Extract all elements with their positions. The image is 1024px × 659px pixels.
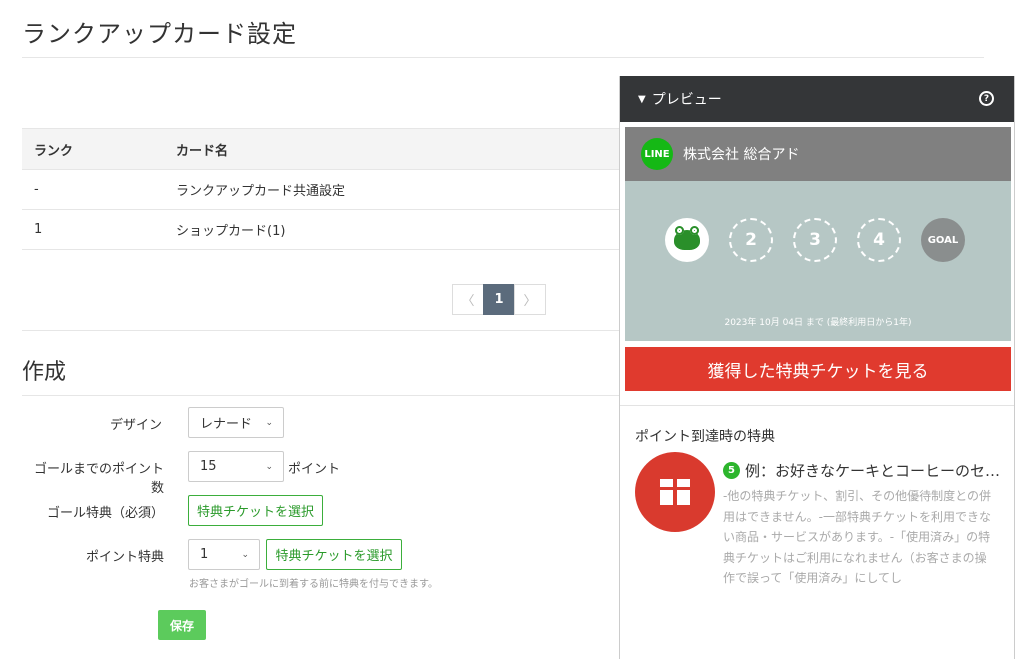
perk-description: -他の特典チケット、割引、その他優待制度との併用はできません。-一部特典チケット… xyxy=(723,489,991,585)
goal-reward-label: ゴール特典（必須） xyxy=(46,506,164,521)
design-select-value: レナード xyxy=(200,417,253,432)
select-point-ticket-button[interactable]: 特典チケットを選択 xyxy=(266,539,402,570)
design-label: デザイン xyxy=(109,418,162,433)
cell-card-name[interactable]: ランクアップカード共通設定 xyxy=(164,169,642,210)
preview-title: プレビュー xyxy=(651,92,722,108)
page-1-button[interactable]: 1 xyxy=(483,284,515,315)
stamp-slot: 2 xyxy=(729,218,773,262)
divider xyxy=(620,405,1014,406)
save-button[interactable]: 保存 xyxy=(158,610,206,640)
chevron-down-icon: ⌄ xyxy=(265,417,273,428)
view-tickets-button[interactable]: 獲得した特典チケットを見る xyxy=(625,347,1011,391)
design-select[interactable]: レナード ⌄ xyxy=(188,407,284,438)
line-logo-icon: LINE xyxy=(641,138,673,170)
goal-points-select[interactable]: 15 ⌄ xyxy=(188,451,284,482)
cell-rank: - xyxy=(22,169,164,210)
chevron-down-icon: ⌄ xyxy=(241,549,249,560)
point-reward-hint: お客さまがゴールに到着する前に特典を付与できます。 xyxy=(189,579,438,590)
perk-title: 5 例：お好きなケーキとコーヒーのセ… xyxy=(723,460,1000,481)
preview-panel: ▼ プレビュー ? LINE 株式会社 総合アド 2 3 4 GOAL 2023… xyxy=(619,76,1015,659)
table-header-row: ランク カード名 xyxy=(22,128,642,170)
perks-section-title: ポイント到達時の特典 xyxy=(635,429,775,445)
caret-down-icon: ▼ xyxy=(638,93,646,105)
table-row[interactable]: 1 ショップカード(1) xyxy=(22,209,642,250)
rank-table: ランク カード名 - ランクアップカード共通設定 1 ショップカード(1) xyxy=(22,128,642,250)
select-goal-ticket-button[interactable]: 特典チケットを選択 xyxy=(188,495,323,526)
point-reward-select-value: 1 xyxy=(200,547,209,562)
point-reward-label: ポイント特典 xyxy=(85,550,164,565)
points-unit-label: ポイント xyxy=(288,462,341,477)
page-title: ランクアップカード設定 xyxy=(22,20,297,48)
create-section-title: 作成 xyxy=(22,360,67,385)
goal-points-select-value: 15 xyxy=(200,459,217,474)
frog-stamp-icon xyxy=(674,226,700,250)
point-reward-select[interactable]: 1 ⌄ xyxy=(188,539,260,570)
perk-title-text: 例：お好きなケーキとコーヒーのセ… xyxy=(745,462,1001,480)
stamp-slot: 4 xyxy=(857,218,901,262)
column-header-card-name: カード名 xyxy=(164,128,642,170)
stamp-filled xyxy=(665,218,709,262)
preview-header[interactable]: ▼ プレビュー ? xyxy=(620,76,1014,122)
divider xyxy=(22,57,984,58)
divider xyxy=(22,395,622,396)
card-header: LINE 株式会社 総合アド xyxy=(625,127,1011,181)
gift-icon xyxy=(635,452,715,532)
divider xyxy=(22,330,622,331)
pagination: 〈 1 〉 xyxy=(452,284,546,315)
stamp-goal: GOAL xyxy=(921,218,965,262)
goal-points-label: ゴールまでのポイント数 xyxy=(33,462,164,496)
cell-card-name[interactable]: ショップカード(1) xyxy=(164,209,642,250)
next-page-button[interactable]: 〉 xyxy=(514,284,546,315)
prev-page-button[interactable]: 〈 xyxy=(452,284,484,315)
stamp-row: 2 3 4 GOAL xyxy=(665,218,985,262)
cell-rank: 1 xyxy=(22,209,164,250)
help-icon[interactable]: ? xyxy=(979,91,994,106)
perk-number-badge: 5 xyxy=(723,462,740,479)
table-row[interactable]: - ランクアップカード共通設定 xyxy=(22,169,642,210)
card-preview: LINE 株式会社 総合アド 2 3 4 GOAL 2023年 10月 04日 … xyxy=(625,127,1011,341)
shop-name: 株式会社 総合アド xyxy=(683,147,800,163)
column-header-rank: ランク xyxy=(22,128,164,170)
card-expiry: 2023年 10月 04日 まで (最終利用日から1年) xyxy=(724,318,912,328)
stamp-slot: 3 xyxy=(793,218,837,262)
chevron-down-icon: ⌄ xyxy=(265,461,273,472)
